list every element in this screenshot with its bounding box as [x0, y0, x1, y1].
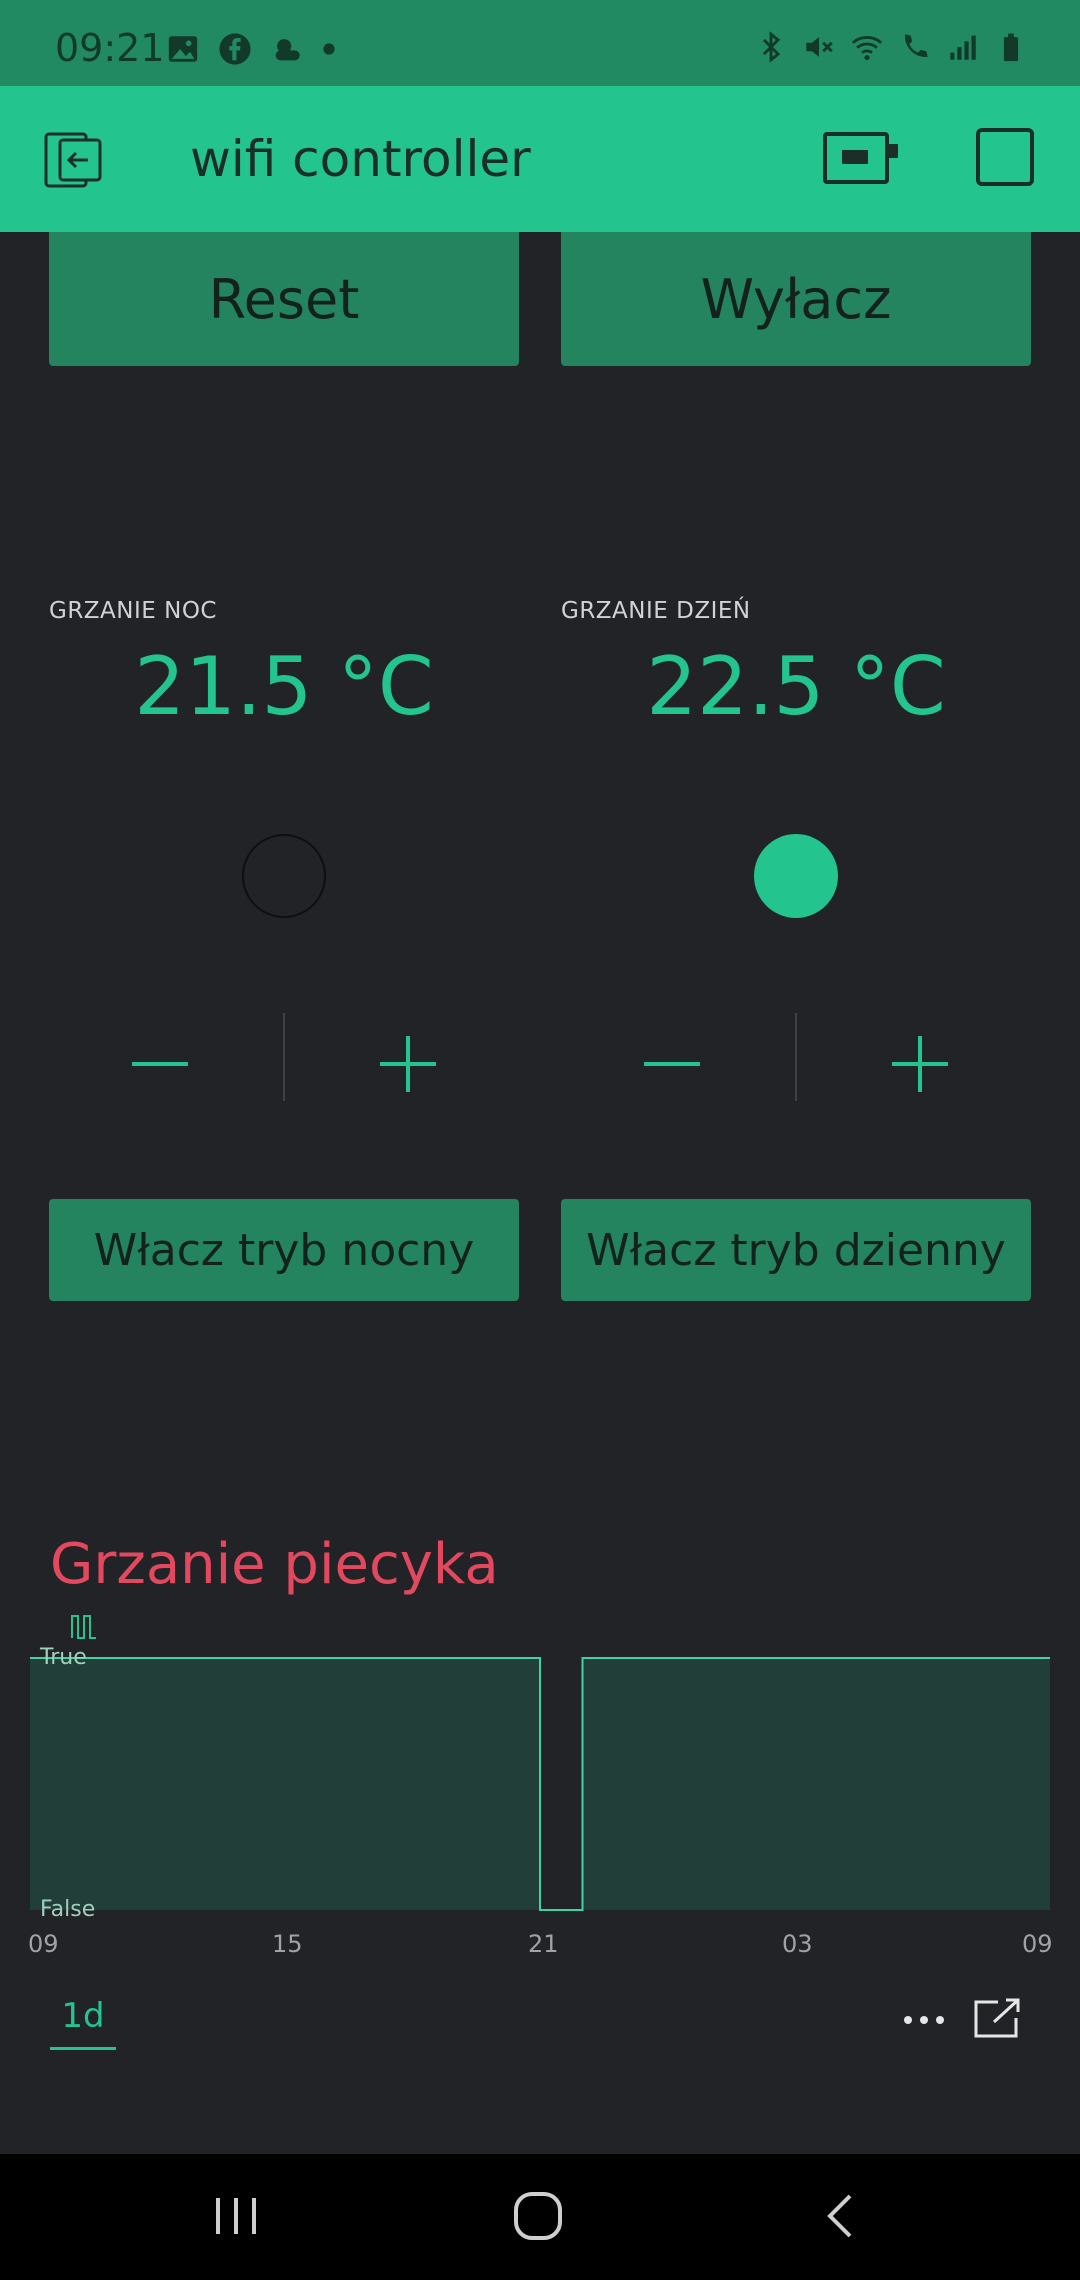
status-bar: 09:21 [0, 0, 1080, 86]
day-stepper-divider [795, 1013, 797, 1101]
stop-button[interactable] [976, 128, 1034, 186]
x-tick: 03 [782, 1930, 813, 1958]
night-plus-button[interactable] [358, 1014, 458, 1114]
signal-icon [950, 35, 976, 60]
night-mode-button[interactable]: Włacz tryb nocny [49, 1199, 519, 1301]
day-plus-button[interactable] [870, 1014, 970, 1114]
app-title: wifi controller [190, 130, 531, 188]
more-icon[interactable] [900, 2000, 948, 2040]
image-icon [168, 36, 198, 62]
status-time: 09:21 [55, 26, 165, 70]
recent-apps-icon[interactable] [204, 2184, 268, 2248]
x-tick: 09 [1022, 1930, 1053, 1958]
day-mode-button[interactable]: Włacz tryb dzienny [561, 1199, 1031, 1301]
chart-title: Grzanie piecyka [50, 1532, 499, 1597]
heating-day-led [754, 834, 838, 918]
back-icon[interactable] [810, 2184, 874, 2248]
exit-icon[interactable] [42, 128, 106, 192]
battery-icon [1003, 33, 1019, 62]
x-tick: 15 [272, 1930, 303, 1958]
chart-plot[interactable] [0, 1640, 1080, 1960]
export-icon[interactable] [972, 1996, 1024, 2040]
night-minus-button[interactable] [110, 1014, 210, 1114]
reset-button[interactable]: Reset [49, 232, 519, 366]
heating-night-value: 21.5 °C [134, 640, 434, 733]
weather-icon [275, 39, 300, 61]
navigation-bar [0, 2154, 1080, 2280]
bluetooth-icon [762, 31, 781, 63]
y-label-true: True [40, 1645, 87, 1670]
heating-night-led [242, 834, 326, 918]
range-tab-1d[interactable]: 1d [50, 1996, 116, 2050]
wifi-icon [851, 36, 883, 61]
x-tick: 09 [28, 1930, 59, 1958]
mute-icon [806, 37, 833, 57]
facebook-icon [219, 33, 251, 65]
day-minus-button[interactable] [622, 1014, 722, 1114]
heating-day-label: GRZANIE DZIEŃ [561, 598, 751, 624]
step-chart-icon [71, 1615, 96, 1639]
heating-night-label: GRZANIE NOC [49, 598, 217, 624]
off-button[interactable]: Wyłacz [561, 232, 1031, 366]
x-tick: 21 [528, 1930, 559, 1958]
y-label-false: False [40, 1897, 96, 1922]
app-bar: wifi controller [0, 86, 1080, 232]
night-stepper-divider [283, 1013, 285, 1101]
call-icon [904, 34, 928, 58]
home-icon[interactable] [506, 2184, 570, 2248]
heating-day-value: 22.5 °C [646, 640, 946, 733]
device-icon[interactable] [822, 128, 898, 188]
dot-icon [323, 43, 335, 55]
